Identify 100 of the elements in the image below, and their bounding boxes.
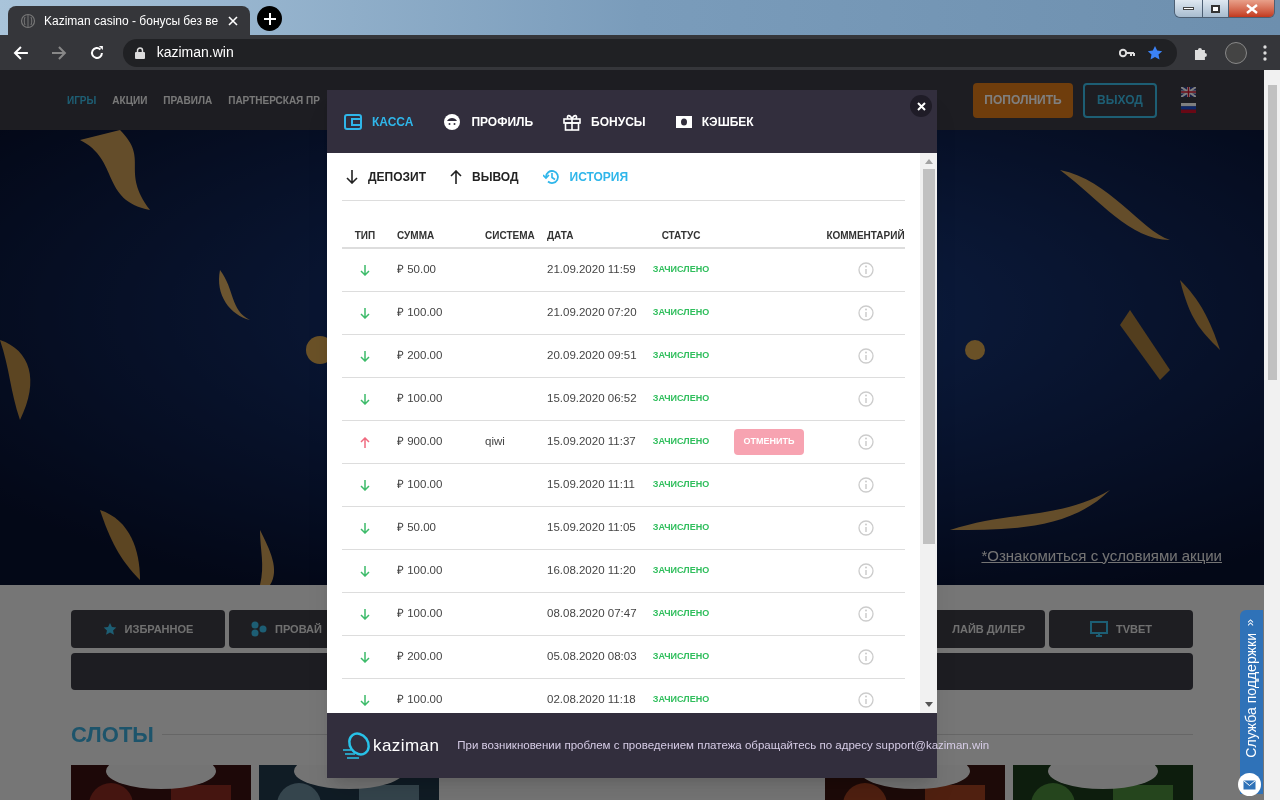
status-text: ЗАЧИСЛЕНО [652,650,710,664]
amount-text: ₽ 100.00 [397,477,443,493]
sub-tab[interactable]: ИСТОРИЯ [542,167,629,186]
banknote-icon [675,115,692,128]
address-bar[interactable]: kaziman.win [122,38,1178,67]
status-text: ЗАЧИСЛЕНО [652,435,710,449]
globe-icon [20,12,36,29]
support-tab[interactable]: « Служба поддержки [1240,610,1263,794]
modal-tab[interactable]: ПРОФИЛЬ [443,112,534,131]
scroll-up-icon[interactable] [924,159,933,164]
status-text: ЗАЧИСЛЕНО [652,263,710,277]
category-button[interactable]: TVBET [1049,610,1193,648]
menu-icon[interactable] [1263,44,1267,61]
nav-link[interactable]: АКЦИИ [112,92,148,108]
lock-icon [134,46,145,59]
amount-text: ₽ 100.00 [397,692,443,708]
date-text: 02.08.2020 11:18 [547,692,636,708]
collapse-toggle[interactable]: « [1245,618,1258,627]
nav-link[interactable]: ПАРТНЕРСКАЯ ПР [228,92,320,108]
status-text: ЗАЧИСЛЕНО [652,564,710,578]
hexagons-icon [251,621,267,637]
amount-text: ₽ 100.00 [397,305,443,321]
browser-tab[interactable]: Kaziman casino - бонусы без ве [8,6,250,35]
arrow-up-icon [450,169,462,184]
amount-text: ₽ 50.00 [397,262,436,278]
forward-icon[interactable] [50,44,67,61]
arrow-down-icon [360,307,370,319]
face-icon [443,112,462,131]
close-icon [916,101,926,111]
reload-icon[interactable] [88,44,105,61]
modal-tab[interactable]: КАССА [344,112,414,131]
modal-tab[interactable]: КЭШБЕК [675,112,754,131]
section-title: СЛОТЫ [71,721,154,749]
arrow-down-icon [346,169,358,184]
sub-tab[interactable]: ВЫВОД [450,167,519,186]
column-header: СУММА [397,229,435,243]
gift-icon [563,112,582,131]
close-window-button[interactable] [1228,0,1274,17]
monitor-icon [1089,621,1108,637]
cancel-button[interactable]: ОТМЕНИТЬ [734,429,804,455]
column-header: ТИП [354,229,376,243]
date-text: 08.08.2020 07:47 [547,606,637,622]
status-text: ЗАЧИСЛЕНО [652,478,710,492]
close-icon [1245,3,1258,14]
sub-tab[interactable]: ДЕПОЗИТ [346,167,426,186]
mail-icon[interactable] [1238,773,1261,796]
support-label: Служба поддержки [1242,633,1260,758]
close-icon[interactable] [228,15,238,26]
status-text: ЗАЧИСЛЕНО [652,693,710,707]
amount-text: ₽ 100.00 [397,563,443,579]
close-button[interactable] [910,95,932,117]
minimize-button[interactable] [1175,0,1202,17]
nav-link[interactable]: ПРАВИЛА [163,92,213,108]
restore-button[interactable] [1202,0,1228,17]
avatar[interactable] [1225,41,1248,64]
star-icon [102,622,117,636]
date-text: 05.08.2020 08:03 [547,649,637,665]
status-text: ЗАЧИСЛЕНО [652,392,710,406]
system-text: qiwi [485,434,505,450]
arrow-down-icon [360,651,370,663]
date-text: 21.09.2020 11:59 [547,262,636,278]
new-tab-button[interactable] [257,6,282,31]
key-icon[interactable] [1119,47,1136,58]
date-text: 16.08.2020 11:20 [547,563,636,579]
date-text: 21.09.2020 07:20 [547,305,637,321]
star-icon[interactable] [1147,44,1164,61]
arrow-down-icon [360,694,370,706]
flag-icon[interactable] [1181,87,1196,97]
column-header: СТАТУС [661,229,701,243]
promo-link[interactable]: *Ознакомиться с условиями акции [981,544,1222,567]
tab-title: Kaziman casino - бонусы без ве [44,12,220,30]
arrow-down-icon [360,264,370,276]
footer-notice: При возникновении проблем с проведением платежа обращайтесь по адресу support@kaziman.win [457,737,990,753]
plus-icon [263,12,276,25]
date-text: 15.09.2020 06:52 [547,391,637,407]
date-text: 15.09.2020 11:05 [547,520,636,536]
scrollbar[interactable] [1264,70,1280,800]
wallet-icon [344,113,362,130]
back-icon[interactable] [13,44,29,61]
amount-text: ₽ 100.00 [397,606,443,622]
arrow-up-icon [360,436,370,448]
url-text: kaziman.win [156,43,235,62]
scroll-down-icon[interactable] [924,702,933,707]
deposit-button[interactable]: ПОПОЛНИТЬ [973,82,1073,118]
logout-button[interactable]: ВЫХОД [1083,82,1157,118]
status-text: ЗАЧИСЛЕНО [652,607,710,621]
category-button[interactable]: ИЗБРАННОЕ [71,610,225,648]
arrow-down-icon [360,565,370,577]
scrollbar[interactable] [920,153,937,713]
modal-tab[interactable]: БОНУСЫ [563,112,646,131]
amount-text: ₽ 200.00 [397,649,443,665]
arrow-down-icon [360,479,370,491]
nav-link[interactable]: ИГРЫ [67,92,97,108]
date-text: 15.09.2020 11:11 [547,477,635,493]
arrow-down-icon [360,608,370,620]
column-header: ДАТА [547,229,574,243]
arrow-down-icon [360,350,370,362]
flag-icon[interactable] [1181,103,1196,113]
arrow-down-icon [360,522,370,534]
kaziman-logo: kaziman [343,729,440,762]
